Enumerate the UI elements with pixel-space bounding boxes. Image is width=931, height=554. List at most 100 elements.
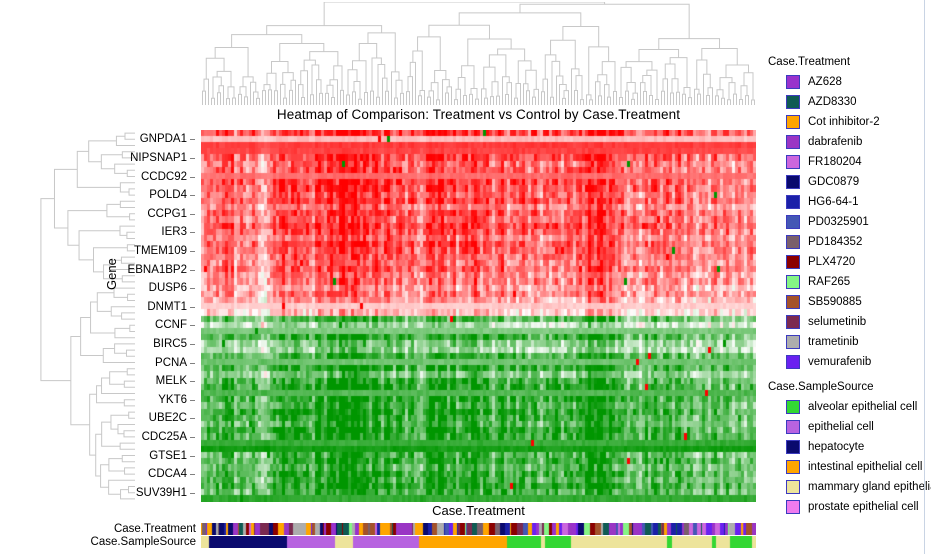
legend-item[interactable]: epithelial cell: [768, 417, 931, 437]
legend-item-label: AZD8330: [808, 96, 857, 108]
legend-divider: [924, 0, 925, 554]
gene-axis-label: NIPSNAP1: [130, 151, 187, 164]
legend-swatch-icon: [786, 400, 800, 414]
gene-axis-label: POLD4: [149, 189, 187, 202]
legend-swatch-icon: [786, 460, 800, 474]
gene-axis-label: CCDC92: [140, 170, 187, 183]
legend-item-label: prostate epithelial cell: [808, 501, 919, 513]
legend-item[interactable]: Cot inhibitor-2: [768, 112, 931, 132]
legend-item-label: HG6-64-1: [808, 196, 859, 208]
x-axis-title: Case.Treatment: [432, 503, 525, 518]
legend-item[interactable]: intestinal epithelial cell: [768, 457, 931, 477]
column-dendrogram-svg: [202, 2, 755, 105]
legend-item-label: alveolar epithelial cell: [808, 401, 918, 413]
gene-axis-label: DNMT1: [147, 300, 187, 313]
legend-item[interactable]: alveolar epithelial cell: [768, 397, 931, 417]
column-dendrogram: [201, 2, 756, 105]
legend-swatch-icon: [786, 315, 800, 329]
legend-swatch-icon: [786, 255, 800, 269]
legend-swatch-icon: [786, 355, 800, 369]
gene-axis-tick: [190, 474, 195, 476]
legend-item-label: AZ628: [808, 76, 842, 88]
legend-item[interactable]: trametinib: [768, 332, 931, 352]
y-axis-title: Gene: [104, 258, 119, 290]
gene-axis-label: SUV39H1: [135, 486, 187, 499]
gene-axis-label: DUSP6: [148, 282, 187, 295]
legend-swatch-icon: [786, 195, 800, 209]
legend-item[interactable]: AZD8330: [768, 92, 931, 112]
gene-axis-tick: [190, 436, 195, 438]
gene-axis-tick: [190, 269, 195, 271]
legend-swatch-icon: [786, 275, 800, 289]
gene-axis-label: EBNA1BP2: [127, 263, 187, 276]
gene-axis-label: TMEM109: [133, 244, 187, 257]
legend-item[interactable]: SB590885: [768, 292, 931, 312]
annotation-bars: [201, 523, 756, 549]
legend-item-label: PLX4720: [808, 256, 856, 268]
heatmap-canvas: [201, 130, 756, 502]
legend-swatch-icon: [786, 115, 800, 129]
legend-item[interactable]: FR180204: [768, 152, 931, 172]
legend-item-label: GDC0879: [808, 176, 860, 188]
legend-item[interactable]: prostate epithelial cell: [768, 497, 931, 517]
gene-axis-tick: [190, 455, 195, 457]
legend-item-label: Cot inhibitor-2: [808, 116, 880, 128]
legend-item-label: FR180204: [808, 156, 862, 168]
gene-axis-label: IER3: [161, 226, 187, 239]
legend-item[interactable]: PD184352: [768, 232, 931, 252]
gene-axis-tick: [190, 288, 195, 290]
legend-item[interactable]: vemurafenib: [768, 352, 931, 372]
legend-item-label: trametinib: [808, 336, 859, 348]
gene-axis-label: PCNA: [155, 356, 187, 369]
legend-item[interactable]: RAF265: [768, 272, 931, 292]
legend-swatch-icon: [786, 440, 800, 454]
legend-item[interactable]: PLX4720: [768, 252, 931, 272]
legend-item-label: dabrafenib: [808, 136, 863, 148]
legend-item[interactable]: PD0325901: [768, 212, 931, 232]
annotation-bar-samplesource: [201, 536, 756, 548]
gene-axis-label: GTSE1: [149, 449, 187, 462]
legend-swatch-icon: [786, 295, 800, 309]
legend-swatch-icon: [786, 480, 800, 494]
gene-axis-tick: [190, 362, 195, 364]
heatmap-panel: [201, 130, 756, 502]
legend-swatch-icon: [786, 215, 800, 229]
gene-axis-tick: [190, 399, 195, 401]
gene-axis-tick: [190, 232, 195, 234]
legend-swatch-icon: [786, 500, 800, 514]
legend-item-label: selumetinib: [808, 316, 867, 328]
legend-swatch-icon: [786, 235, 800, 249]
gene-axis-tick: [190, 381, 195, 383]
gene-axis-labels: GNPDA1 NIPSNAP1 CCDC92 POLD4 CCPG1 IER3 TMEM10…: [120, 130, 195, 502]
gene-axis-tick: [190, 213, 195, 215]
legend-item[interactable]: dabrafenib: [768, 132, 931, 152]
legend-item-label: hepatocyte: [808, 441, 865, 453]
gene-axis-tick: [190, 306, 195, 308]
gene-axis-label: BIRC5: [153, 337, 187, 350]
legend-item-label: SB590885: [808, 296, 862, 308]
legend-item-label: PD184352: [808, 236, 863, 248]
legend-swatch-icon: [786, 335, 800, 349]
annotation-label-treatment: Case.Treatment: [113, 523, 196, 535]
gene-axis-label: MELK: [155, 375, 187, 388]
legend-swatch-icon: [786, 420, 800, 434]
legend-swatch-icon: [786, 155, 800, 169]
legend-item[interactable]: AZ628: [768, 72, 931, 92]
gene-axis-label: CCPG1: [147, 207, 187, 220]
gene-axis-label: CDCA4: [148, 468, 187, 481]
legend-item-label: mammary gland epithelial: [808, 481, 931, 493]
gene-axis-tick: [190, 325, 195, 327]
legend-item[interactable]: hepatocyte: [768, 437, 931, 457]
legend-group-title-samplesource: Case.SampleSource: [768, 381, 874, 393]
plot-title: Heatmap of Comparison: Treatment vs Cont…: [276, 107, 681, 122]
legend-item[interactable]: mammary gland epithelial: [768, 477, 931, 497]
legend-item-label: PD0325901: [808, 216, 869, 228]
gene-axis-tick: [190, 195, 195, 197]
gene-axis-label: UBE2C: [148, 412, 187, 425]
legend-item-label: vemurafenib: [808, 356, 872, 368]
gene-axis-label: CDC25A: [141, 430, 187, 443]
legend-item[interactable]: selumetinib: [768, 312, 931, 332]
legend-item[interactable]: GDC0879: [768, 172, 931, 192]
legend-item[interactable]: HG6-64-1: [768, 192, 931, 212]
legend-swatch-icon: [786, 135, 800, 149]
